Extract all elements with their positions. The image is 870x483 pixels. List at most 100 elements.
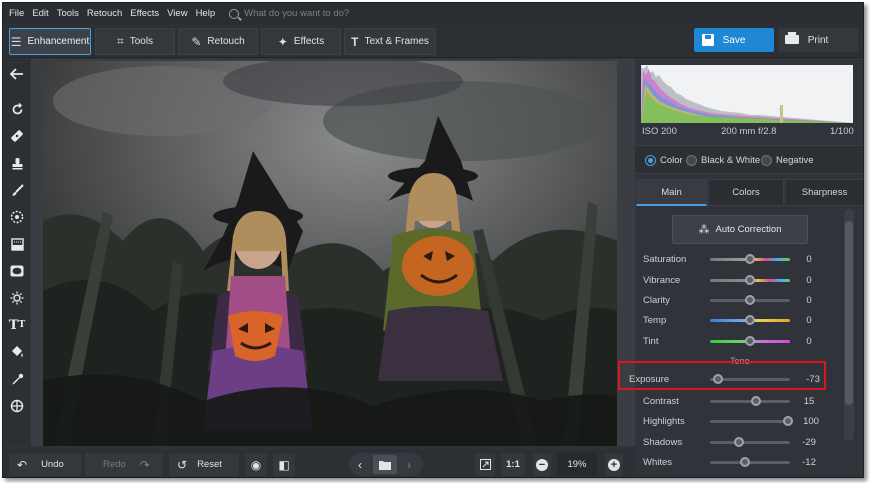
slider-clarity: Clarity 0 [635, 291, 845, 311]
search-placeholder[interactable]: What do you want to do? [244, 8, 349, 19]
undo-button[interactable]: ↶ Undo [9, 453, 81, 476]
color-mode-label[interactable]: Color [660, 155, 683, 166]
save-icon [702, 34, 714, 46]
eye-icon: ◉ [250, 457, 262, 472]
slider-label: Saturation [643, 254, 687, 265]
reset-icon: ↺ [177, 457, 188, 472]
bottom-bar: ↶ Undo Redo ↷ ↺ Reset ◉ ◧ ‹ › 1:1 − 19% … [3, 449, 633, 477]
slider-saturation: Saturation 0 [635, 250, 845, 270]
light-icon[interactable] [7, 288, 27, 308]
text-icon: T [351, 34, 359, 49]
search-box[interactable]: What do you want to do? [229, 8, 349, 19]
radial-filter-icon[interactable] [7, 207, 27, 227]
rotate-icon[interactable] [7, 99, 27, 119]
slider-value: 100 [803, 416, 819, 427]
slider-contrast: Contrast 15 [635, 392, 845, 412]
fill-bucket-icon[interactable] [7, 342, 27, 362]
bw-mode-radio[interactable] [686, 155, 697, 166]
text-icon[interactable]: TT [7, 315, 27, 335]
fit-screen-icon [479, 459, 491, 470]
tab-main[interactable]: Main [636, 179, 707, 206]
menu-edit[interactable]: Edit [32, 8, 48, 19]
save-button[interactable]: Save [694, 28, 774, 52]
tab-effects[interactable]: ✦ Effects [261, 28, 341, 55]
panel-scrollbar[interactable] [844, 209, 854, 441]
gradient-filter-icon[interactable] [7, 234, 27, 254]
menu-effects[interactable]: Effects [130, 8, 159, 19]
back-arrow-icon[interactable] [7, 64, 27, 84]
redo-button[interactable]: Redo ↷ [85, 453, 163, 476]
menu-view[interactable]: View [167, 8, 187, 19]
app-window: File Edit Tools Retouch Effects View Hel… [2, 2, 864, 478]
slider-tint: Tint 0 [635, 332, 845, 352]
adjustment-panel: ISO 200 200 mm f/2.8 1/100 Color Black &… [629, 59, 863, 477]
compare-icon: ◧ [278, 457, 290, 472]
color-picker-icon[interactable] [7, 369, 27, 389]
slider-whites: Whites -12 [635, 453, 845, 473]
menu-tools[interactable]: Tools [57, 8, 79, 19]
iso-info: ISO 200 [642, 126, 677, 137]
open-folder-button[interactable] [373, 455, 397, 474]
tab-label: Effects [293, 36, 325, 47]
vignette-icon[interactable] [7, 261, 27, 281]
print-button[interactable]: Print [778, 28, 858, 52]
temp-handle[interactable] [745, 315, 755, 325]
reset-label: Reset [197, 459, 222, 470]
color-mode-radio[interactable] [645, 155, 656, 166]
slider-label: Shadows [643, 437, 683, 448]
photo-canvas[interactable] [43, 61, 617, 446]
next-photo-icon[interactable]: › [407, 458, 411, 472]
menu-retouch[interactable]: Retouch [87, 8, 122, 19]
highlights-handle[interactable] [782, 416, 793, 426]
slider-highlights: Highlights 100 [635, 412, 845, 432]
magic-wand-icon: ✦ [277, 34, 288, 49]
healing-icon[interactable] [7, 126, 27, 146]
slider-value: -29 [802, 437, 816, 448]
brush-icon: ✎ [191, 34, 202, 49]
menu-help[interactable]: Help [196, 8, 216, 19]
previous-photo-icon[interactable]: ‹ [358, 458, 362, 472]
slider-vibrance: Vibrance 0 [635, 271, 845, 291]
tab-tools[interactable]: ⌗ Tools [95, 28, 175, 55]
slider-value: 0 [806, 254, 812, 265]
stamp-icon[interactable] [7, 153, 27, 173]
tab-label: Retouch [207, 36, 245, 47]
redo-icon: ↷ [139, 457, 150, 472]
actual-size-button[interactable]: 1:1 [501, 453, 525, 476]
contrast-handle[interactable] [750, 396, 761, 406]
clarity-handle[interactable] [745, 295, 755, 305]
saturation-handle[interactable] [745, 254, 755, 264]
highlights-track[interactable] [710, 420, 790, 423]
shadows-handle[interactable] [733, 437, 744, 447]
fit-to-screen-button[interactable] [475, 453, 495, 476]
color-mode-selector: Color Black & White Negative [635, 145, 863, 174]
target-icon[interactable] [7, 396, 27, 416]
tab-sharpness[interactable]: Sharpness [785, 179, 863, 206]
compare-button[interactable]: ◧ [273, 453, 295, 476]
tint-handle[interactable] [745, 336, 755, 346]
zoom-out-button[interactable]: − [533, 453, 551, 476]
main-toolbar: ☰ Enhancement ⌗ Tools ✎ Retouch ✦ Effect… [3, 24, 863, 58]
auto-correction-button[interactable]: ⁂ Auto Correction [672, 215, 808, 244]
negative-mode-label[interactable]: Negative [776, 155, 814, 166]
zoom-level[interactable]: 19% [557, 453, 597, 476]
reset-button[interactable]: ↺ Reset [169, 453, 239, 476]
brush-icon[interactable] [7, 180, 27, 200]
zoom-in-button[interactable]: + [605, 453, 623, 476]
tab-text-frames[interactable]: T Text & Frames [344, 28, 436, 55]
tab-enhancement[interactable]: ☰ Enhancement [9, 28, 91, 55]
menu-file[interactable]: File [9, 8, 24, 19]
preview-button[interactable]: ◉ [245, 453, 267, 476]
scrollbar-thumb[interactable] [845, 221, 853, 405]
crop-icon: ⌗ [116, 34, 124, 48]
undo-label: Undo [41, 459, 64, 470]
whites-handle[interactable] [740, 457, 751, 467]
slider-value: 0 [806, 275, 812, 286]
shadows-track[interactable] [710, 441, 790, 444]
tab-colors[interactable]: Colors [708, 179, 784, 206]
negative-mode-radio[interactable] [761, 155, 772, 166]
bw-mode-label[interactable]: Black & White [701, 155, 760, 166]
tab-retouch[interactable]: ✎ Retouch [178, 28, 258, 55]
vibrance-handle[interactable] [745, 275, 755, 285]
menu-bar: File Edit Tools Retouch Effects View Hel… [3, 3, 863, 24]
